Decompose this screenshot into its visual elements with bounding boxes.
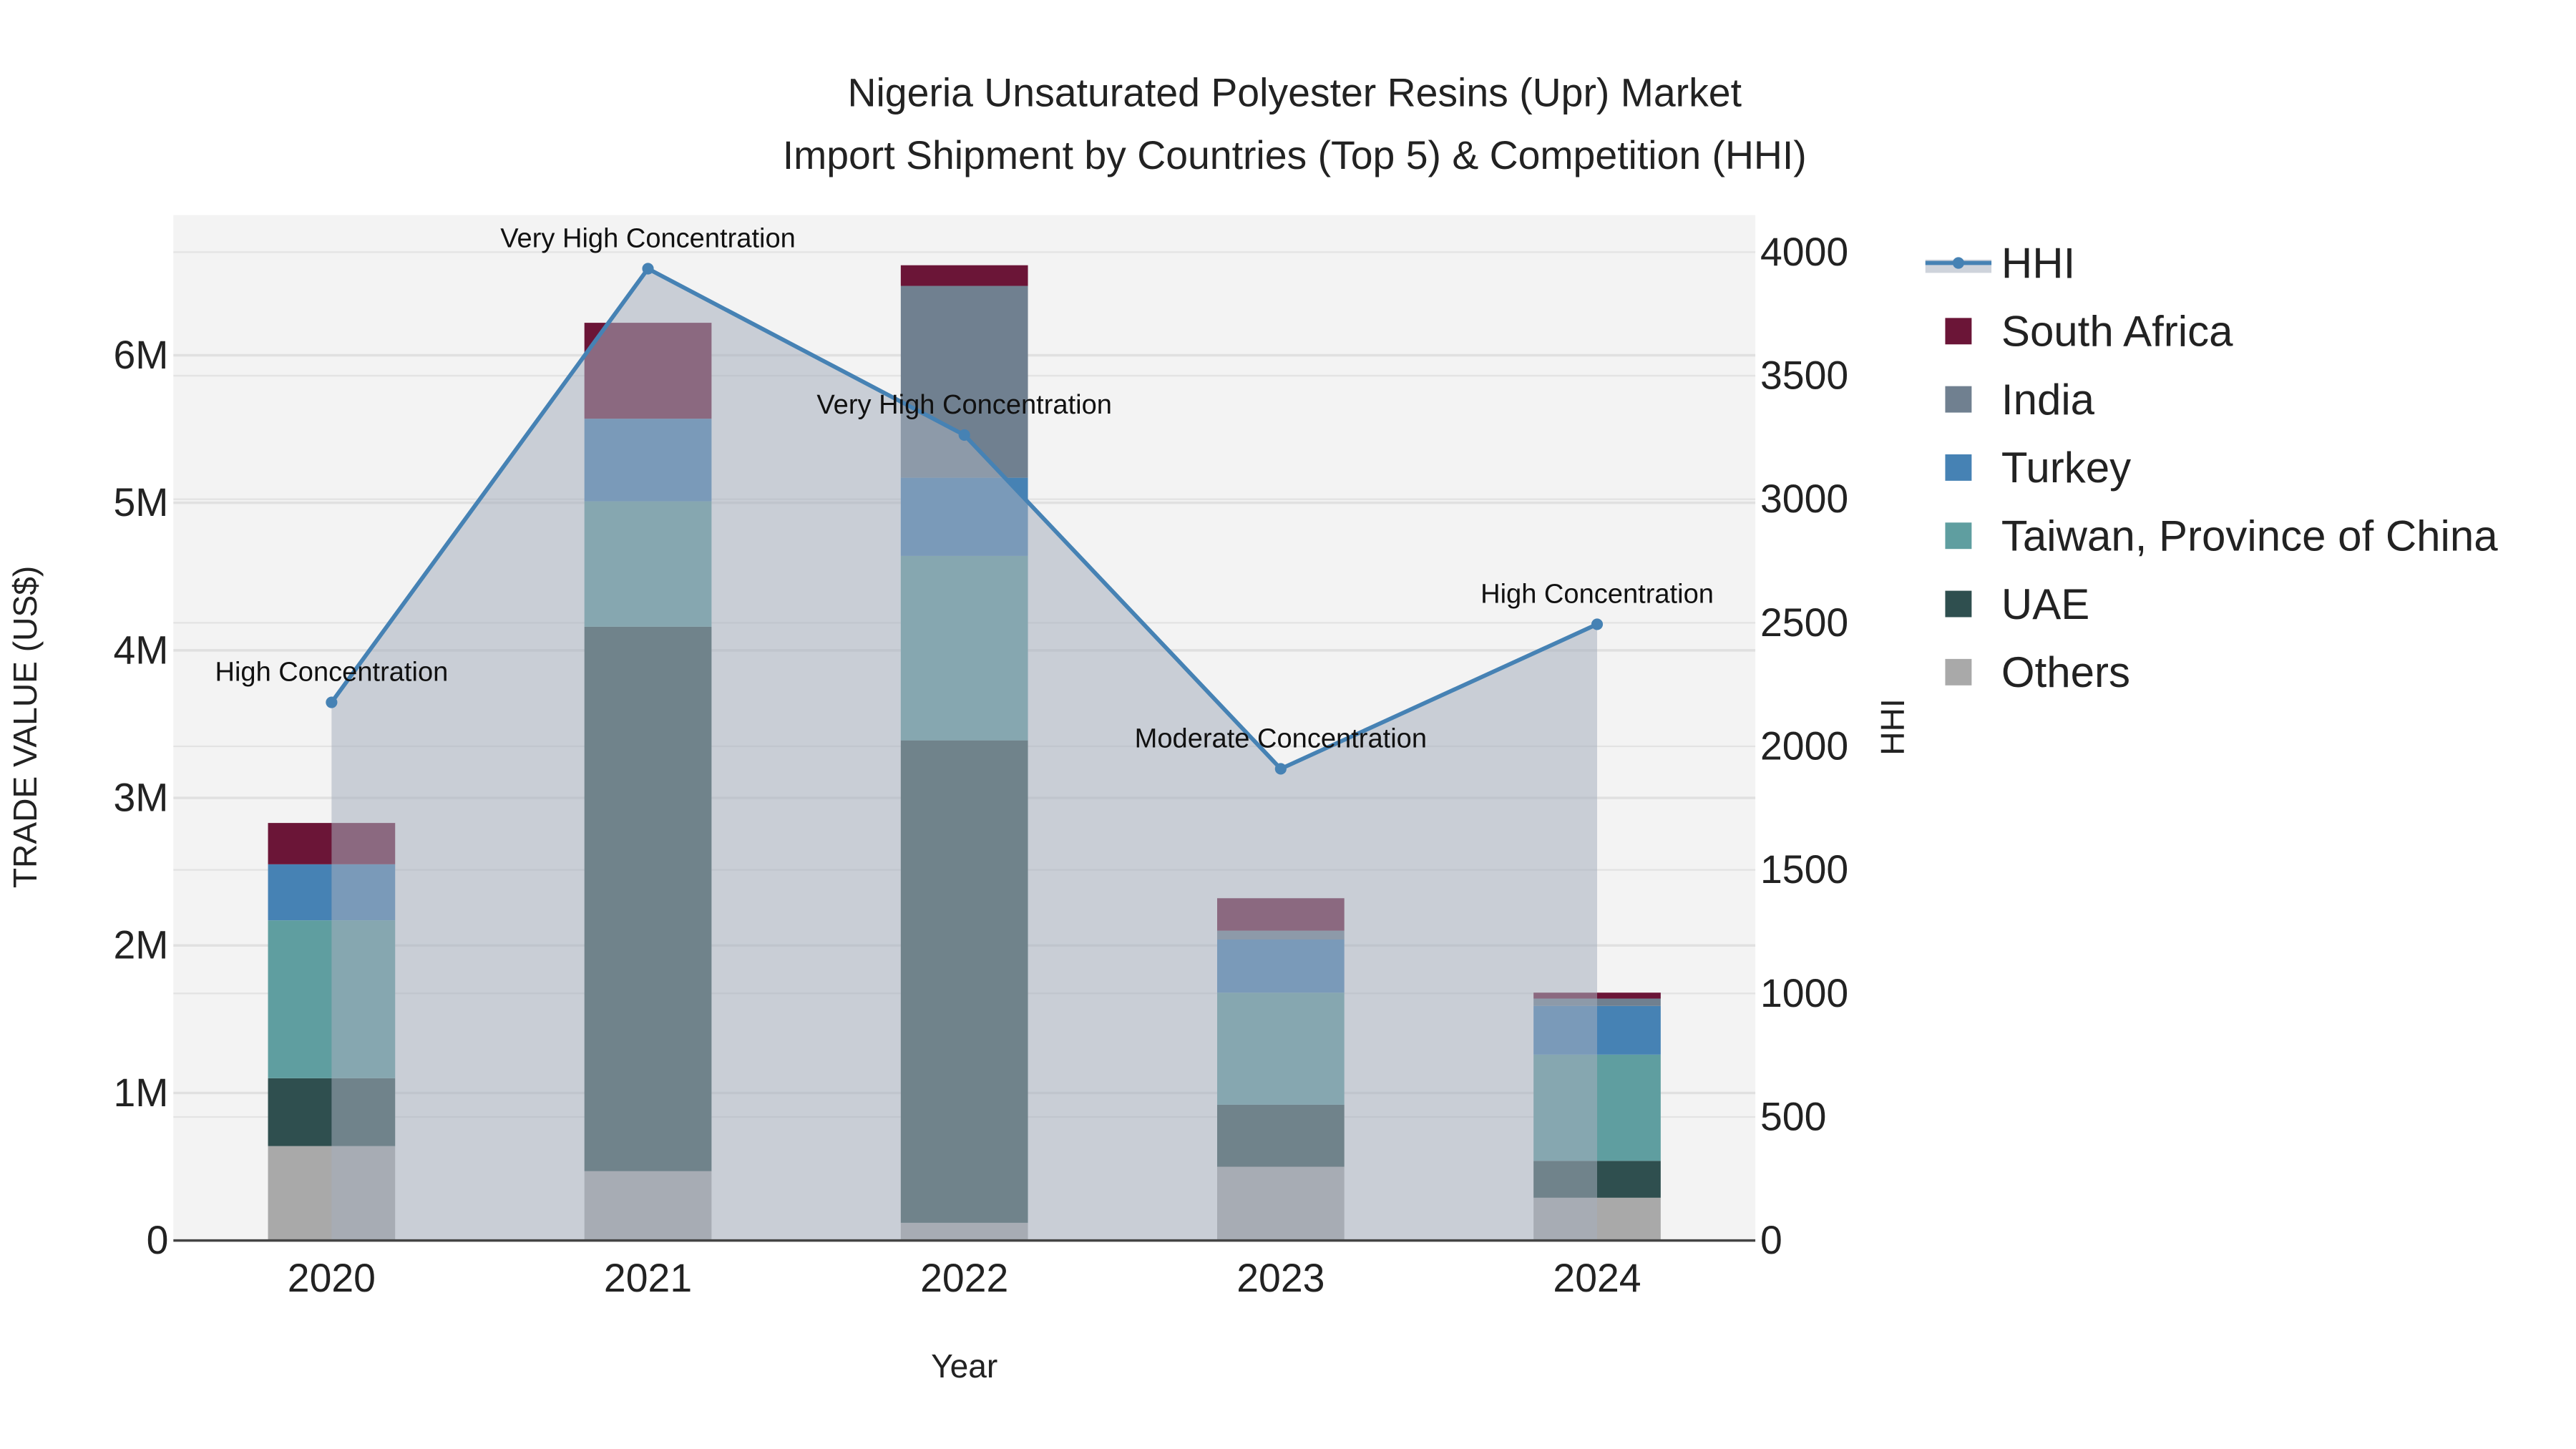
chart-title-line1: Nigeria Unsaturated Polyester Resins (Up…: [848, 70, 1742, 114]
y2-tick-label: 2500: [1760, 600, 1848, 645]
x-tick-label: 2021: [604, 1256, 692, 1300]
y2-tick-label: 3000: [1760, 477, 1848, 521]
legend-label: Others: [2001, 648, 2130, 696]
legend: HHI South Africa India Turkey Taiwan, Provin…: [1925, 239, 2498, 696]
y-tick-label: 1M: [113, 1070, 168, 1115]
legend-swatch-icon: [1945, 386, 1972, 413]
chart-title-line2: Import Shipment by Countries (Top 5) & C…: [783, 133, 1807, 177]
legend-label: Taiwan, Province of China: [2001, 512, 2498, 560]
hhi-point: [958, 429, 970, 441]
legend-label: Turkey: [2001, 444, 2131, 492]
y-tick-label: 0: [147, 1218, 169, 1262]
y2-tick-label: 0: [1760, 1218, 1782, 1262]
legend-label: India: [2001, 376, 2095, 424]
y2-tick-label: 3500: [1760, 353, 1848, 397]
hhi-point: [1591, 618, 1604, 630]
hhi-annotation: Very High Concentration: [500, 224, 796, 254]
y-tick-label: 2M: [113, 923, 168, 967]
legend-swatch-icon: [1945, 590, 1972, 618]
legend-label: UAE: [2001, 580, 2089, 628]
hhi-annotation: High Concentration: [1480, 579, 1714, 609]
x-tick-label: 2023: [1236, 1256, 1324, 1300]
legend-label: South Africa: [2001, 308, 2233, 356]
x-tick-label: 2020: [288, 1256, 376, 1300]
legend-swatch-icon: [1945, 454, 1972, 481]
hhi-point: [642, 263, 654, 275]
y2-axis-title: HHI: [1874, 698, 1911, 755]
y-tick-label: 5M: [113, 480, 168, 525]
y2-tick-label: 4000: [1760, 230, 1848, 274]
hhi-annotation: Very High Concentration: [816, 390, 1112, 420]
y-axis-title: TRADE VALUE (US$): [6, 566, 44, 888]
legend-label: HHI: [2001, 239, 2075, 287]
y2-tick-label: 1000: [1760, 971, 1848, 1015]
y2-tick-label: 1500: [1760, 847, 1848, 892]
legend-swatch-icon: [1945, 658, 1972, 686]
y2-tick-label: 2000: [1760, 723, 1848, 768]
y-tick-label: 6M: [113, 333, 168, 377]
y-tick-label: 3M: [113, 776, 168, 820]
bar-south-africa-2022: [900, 265, 1028, 286]
hhi-annotation: Moderate Concentration: [1135, 723, 1427, 753]
x-tick-label: 2024: [1553, 1256, 1641, 1300]
hhi-annotation: High Concentration: [215, 658, 448, 688]
legend-swatch-icon: [1945, 522, 1972, 550]
y-tick-label: 4M: [113, 628, 168, 672]
x-axis-title: Year: [931, 1347, 997, 1385]
legend-hhi-marker-icon: [1952, 257, 1964, 269]
hhi-point: [1274, 763, 1287, 775]
x-tick-label: 2022: [920, 1256, 1008, 1300]
legend-swatch-icon: [1945, 318, 1972, 345]
hhi-point: [326, 696, 338, 708]
y2-tick-label: 500: [1760, 1094, 1826, 1138]
chart: 0 1M 2M 3M 4M 5M 6M 0 500 1000 1500 2000 2500 3000 350…: [6, 70, 2498, 1385]
